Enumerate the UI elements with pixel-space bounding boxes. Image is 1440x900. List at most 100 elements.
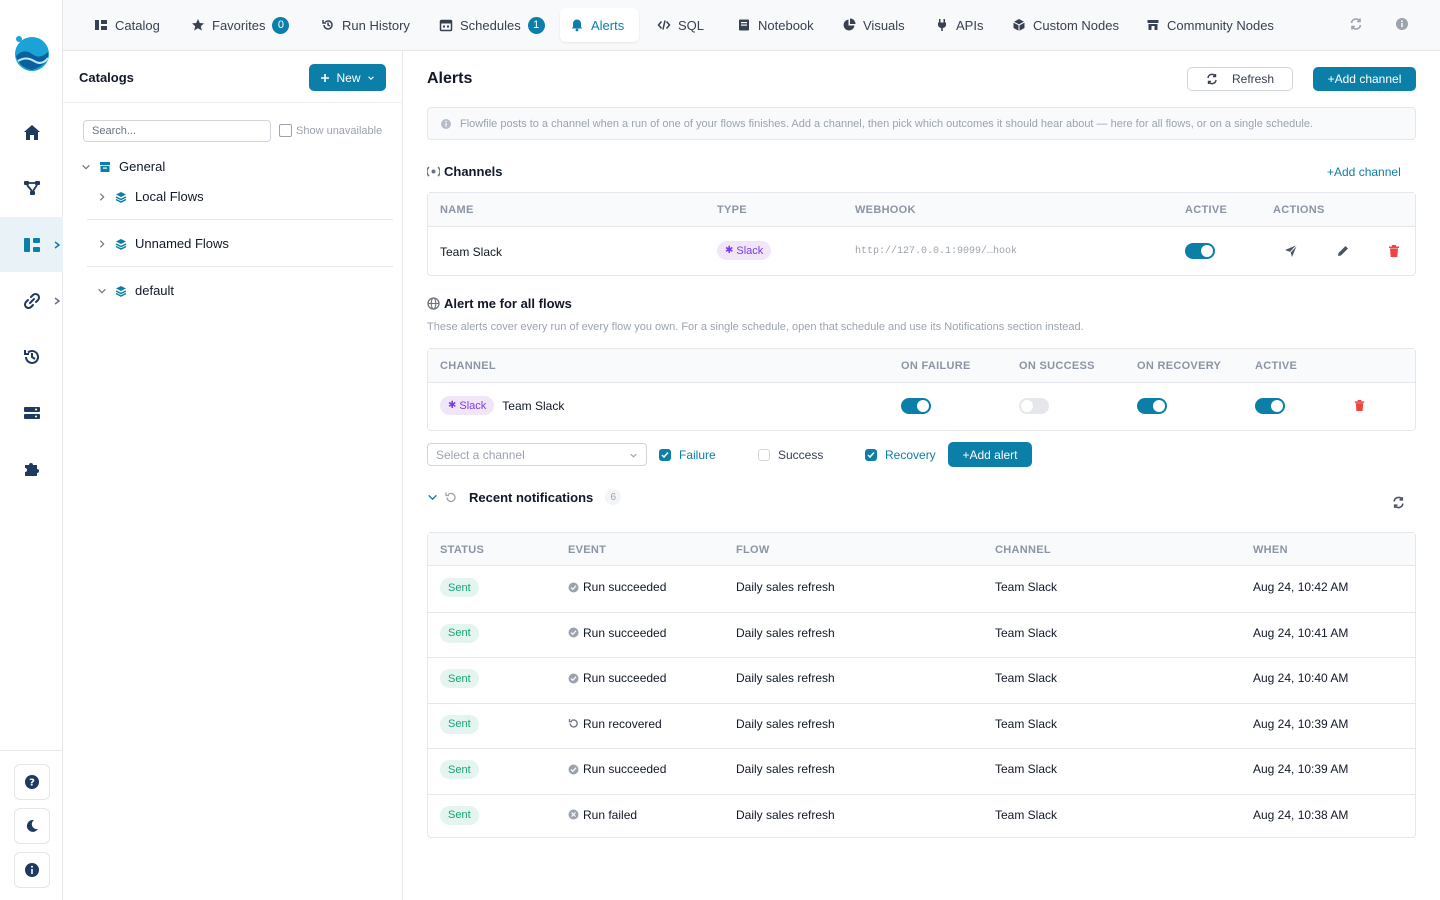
table-row-event: Run succeeded	[568, 580, 666, 594]
tree-divider	[87, 266, 393, 267]
tab-custom-nodes[interactable]: Custom Nodes	[1002, 8, 1129, 42]
info-button[interactable]	[14, 852, 50, 888]
link-icon	[23, 292, 40, 310]
section-title-text: Recent notifications	[469, 489, 594, 505]
send-test-icon[interactable]	[1284, 244, 1298, 258]
event-label: Run succeeded	[583, 625, 667, 640]
notifications-count-badge: 6	[605, 489, 622, 505]
success-checkbox[interactable]: Success	[758, 448, 823, 462]
tree-item-general[interactable]: General	[81, 159, 165, 174]
tab-community-nodes[interactable]: Community Nodes	[1136, 8, 1284, 42]
on-success-toggle[interactable]	[1019, 398, 1049, 414]
table-row-status: Sent	[440, 623, 479, 643]
column-header: STATUS	[440, 544, 485, 556]
rail-catalog[interactable]	[0, 217, 63, 272]
status-badge: Sent	[440, 805, 479, 825]
tab-notebook[interactable]: Notebook	[727, 8, 824, 42]
column-header: WEBHOOK	[855, 204, 916, 216]
new-button[interactable]: New	[309, 64, 386, 91]
tab-label: Community Nodes	[1167, 17, 1274, 33]
chevron-right-icon	[99, 239, 105, 248]
globe-icon	[427, 297, 440, 310]
channel-active-toggle[interactable]	[1185, 243, 1215, 259]
tab-alerts[interactable]: Alerts	[560, 8, 639, 42]
edit-pencil-icon[interactable]	[1336, 244, 1350, 258]
table-row-event: Run succeeded	[568, 762, 666, 776]
tab-sql[interactable]: SQL	[647, 8, 714, 42]
rail-history[interactable]	[0, 330, 63, 384]
success-circle-icon	[568, 627, 579, 638]
tree-label: default	[135, 283, 175, 298]
bell-icon	[571, 19, 583, 32]
theme-toggle-button[interactable]	[14, 808, 50, 844]
tree-item-local-flows[interactable]: Local Flows	[97, 189, 204, 204]
table-row-flow: Daily sales refresh	[736, 671, 835, 685]
rail-servers[interactable]	[0, 386, 63, 440]
checkbox-box[interactable]	[865, 449, 877, 461]
column-header: EVENT	[568, 544, 607, 556]
table-row-when: Aug 24, 10:39 AM	[1253, 716, 1349, 731]
delete-trash-icon[interactable]	[1353, 399, 1366, 412]
tab-catalog[interactable]: Catalog	[84, 8, 170, 42]
section-title-text: Channels	[444, 164, 503, 179]
tab-apis[interactable]: APIs	[925, 8, 993, 42]
plug-icon	[938, 19, 946, 31]
layers-icon	[115, 238, 127, 250]
alert-channel: ✱ Slack Team Slack	[440, 396, 564, 415]
on-recovery-toggle[interactable]	[1137, 398, 1167, 414]
table-row-channel: Team Slack	[995, 762, 1058, 776]
delete-trash-icon[interactable]	[1387, 244, 1401, 258]
rail-flows[interactable]	[0, 161, 63, 215]
on-failure-toggle[interactable]	[901, 398, 931, 414]
show-unavailable-toggle[interactable]: Show unavailable	[279, 124, 382, 137]
status-badge: Sent	[440, 578, 479, 597]
tab-run-history[interactable]: Run History	[311, 8, 420, 42]
channel-webhook: http://127.0.0.1:9099/…hook	[855, 246, 1018, 257]
tab-visuals[interactable]: Visuals	[832, 8, 915, 42]
channel-select[interactable]: Select a channel	[427, 443, 647, 466]
rail-home[interactable]	[0, 106, 63, 160]
alert-active-toggle[interactable]	[1255, 398, 1285, 414]
tree-item-unnamed-flows[interactable]: Unnamed Flows	[97, 236, 229, 251]
table-header: CHANNEL ON FAILURE ON SUCCESS ON RECOVER…	[428, 349, 1415, 383]
event-label: Run failed	[583, 807, 638, 822]
refresh-button[interactable]: Refresh	[1187, 67, 1293, 91]
rail-connections[interactable]	[0, 274, 63, 328]
channels-table: NAME TYPE WEBHOOK ACTIVE ACTIONS Team Sl…	[427, 192, 1416, 276]
info-icon[interactable]	[1395, 17, 1409, 31]
checkbox-box[interactable]	[659, 449, 671, 461]
table-row-flow: Daily sales refresh	[736, 807, 835, 822]
add-alert-button[interactable]: +Add alert	[948, 442, 1032, 467]
help-button[interactable]: ?	[14, 764, 50, 800]
rail-plugins[interactable]	[0, 442, 63, 496]
refresh-icon[interactable]	[1392, 496, 1405, 509]
table-row-when: Aug 24, 10:40 AM	[1253, 671, 1349, 685]
show-unavailable-checkbox[interactable]	[279, 124, 292, 137]
puzzle-icon	[24, 463, 39, 476]
chevron-down-icon	[428, 494, 437, 500]
tree-label: Unnamed Flows	[135, 236, 229, 251]
tab-favorites[interactable]: Favorites 0	[181, 8, 299, 42]
alert-channel-name: Team Slack	[502, 398, 565, 413]
sync-icon[interactable]	[1349, 17, 1363, 31]
checkbox-box[interactable]	[758, 449, 770, 461]
top-nav: Catalog Favorites 0 Run History Schedule…	[63, 0, 1440, 51]
failure-checkbox[interactable]: Failure	[659, 448, 716, 462]
add-channel-link[interactable]: +Add channel	[1327, 165, 1401, 179]
recovery-checkbox[interactable]: Recovery	[865, 448, 936, 462]
tab-schedules[interactable]: Schedules 1	[429, 8, 555, 42]
app-logo	[14, 34, 50, 72]
tree-divider	[87, 219, 393, 220]
catalog-panel: Catalogs New Show unavailable General Lo…	[63, 51, 403, 900]
recent-notifications-header[interactable]: Recent notifications 6	[427, 489, 622, 505]
table-row-status: Sent	[440, 578, 479, 597]
table-row-flow: Daily sales refresh	[736, 580, 835, 594]
tree-item-default[interactable]: default	[97, 283, 174, 298]
slack-badge: ✱ Slack	[717, 241, 772, 260]
add-channel-button[interactable]: +Add channel	[1313, 67, 1416, 91]
server-icon	[23, 407, 40, 419]
favorites-count-badge: 0	[272, 16, 290, 34]
catalog-search-input[interactable]	[83, 120, 271, 142]
check-icon	[867, 452, 875, 459]
home-icon	[23, 125, 40, 140]
